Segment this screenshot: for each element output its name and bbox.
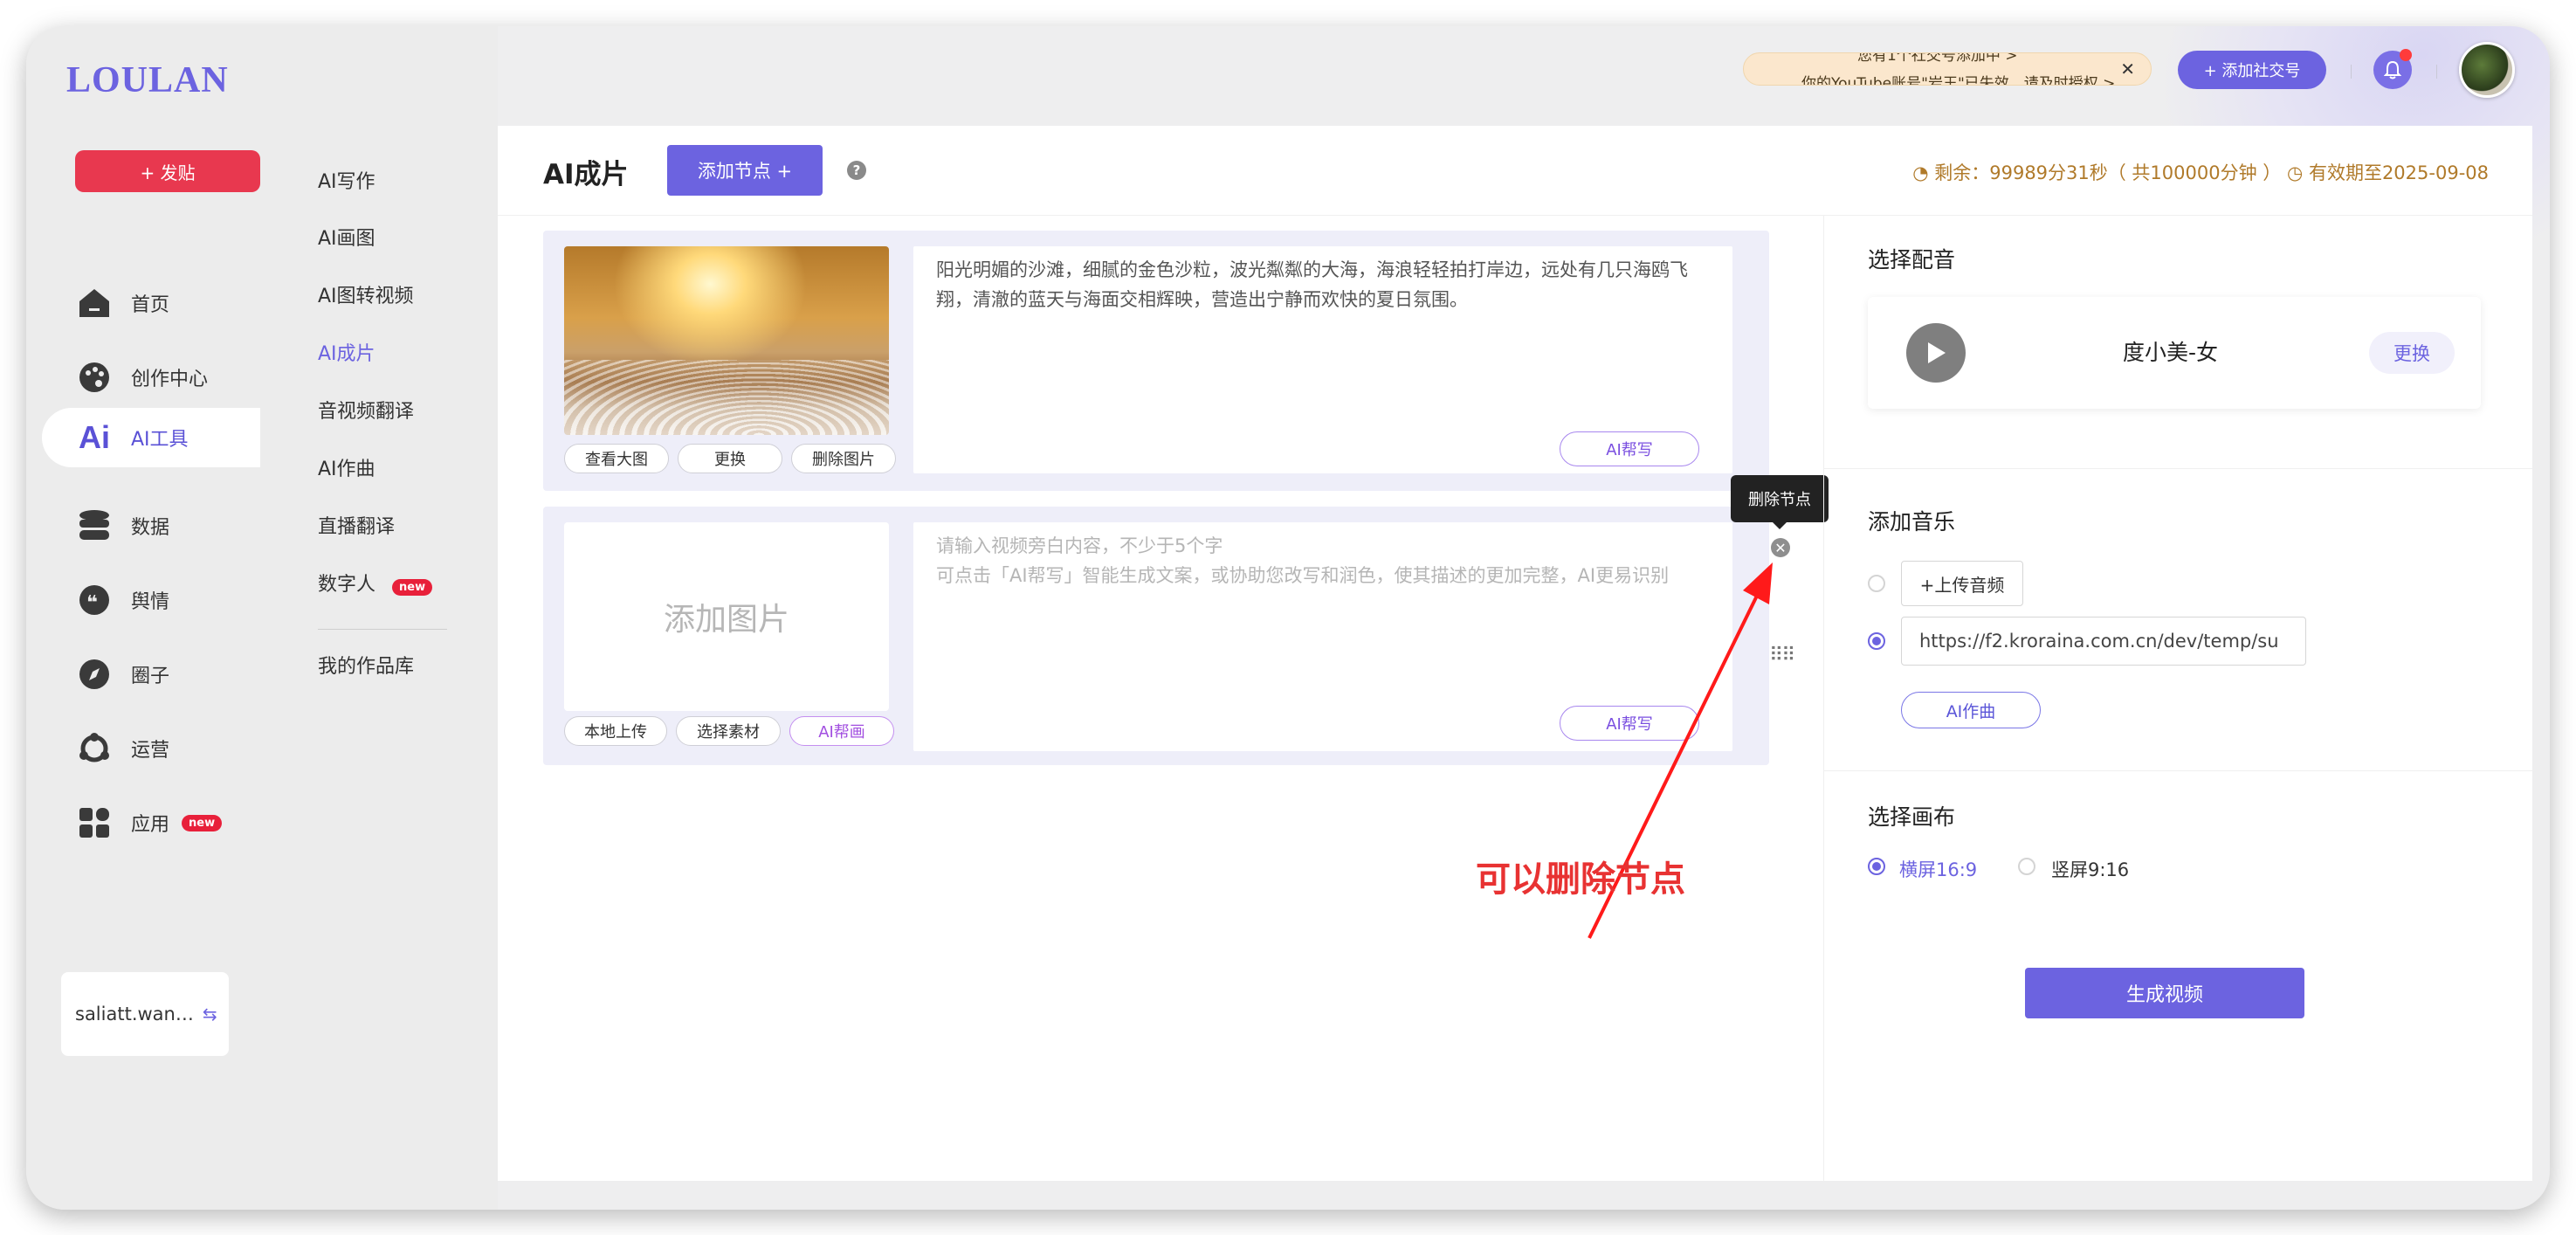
page-title: AI成片	[543, 159, 629, 190]
node-image-slot[interactable]: 添加图片	[564, 522, 889, 711]
subnav-label: 数字人	[318, 574, 376, 596]
canvas-portrait-radio[interactable]	[2018, 858, 2035, 875]
sidebar-item-label: 圈子	[131, 666, 170, 687]
subnav-divider	[318, 629, 447, 630]
ai-write-button[interactable]: AI帮写	[1560, 431, 1699, 466]
post-button[interactable]: + 发贴	[75, 150, 260, 192]
annotation-text: 可以删除节点	[1476, 859, 1685, 900]
node-image[interactable]	[564, 246, 889, 435]
sidebar-item-sentiment[interactable]: ❝ 舆情	[42, 570, 260, 630]
home-icon	[77, 286, 112, 321]
svg-text:❝: ❝	[86, 592, 98, 614]
primary-sidebar: LOULAN + 发贴 首页 创作中心 Ai AI工具 数据 ❝ 舆情 圈子 运…	[26, 26, 260, 1210]
delete-node-tooltip: 删除节点	[1731, 475, 1829, 529]
sidebar-item-data[interactable]: 数据	[42, 496, 260, 555]
subnav-digital-human[interactable]: 数字人 new	[318, 569, 433, 597]
add-image-placeholder[interactable]: 添加图片	[564, 522, 889, 711]
sidebar-item-ai-tools[interactable]: Ai AI工具	[42, 408, 260, 467]
add-node-button[interactable]: 添加节点 +	[667, 145, 823, 196]
add-social-account-button[interactable]: + 添加社交号	[2178, 51, 2326, 89]
sidebar-item-label: 创作中心	[131, 369, 209, 390]
notice-line-1[interactable]: 您有1个社交号添加中 >	[1857, 53, 2017, 65]
sidebar-item-home[interactable]: 首页	[42, 273, 260, 333]
sidebar-item-label: AI工具	[131, 429, 189, 451]
sidebar-item-circles[interactable]: 圈子	[42, 645, 260, 704]
account-name: saliatt.wan…	[75, 1004, 194, 1025]
ai-compose-button[interactable]: AI作曲	[1901, 692, 2041, 728]
change-voice-button[interactable]: 更换	[2369, 332, 2455, 374]
ai-icon: Ai	[79, 419, 110, 455]
avatar[interactable]	[2459, 42, 2515, 98]
canvas-portrait-label[interactable]: 竖屏9:16	[2051, 856, 2129, 882]
sidebar-item-operations[interactable]: 运营	[42, 719, 260, 778]
section-divider	[1824, 770, 2532, 771]
notice-banner[interactable]: 您有1个社交号添加中 > 你的YouTube账号"岩王"已失效，请及时授权 > …	[1743, 52, 2152, 86]
brand-logo: LOULAN	[66, 60, 229, 100]
new-badge: new	[392, 579, 433, 596]
music-upload-radio[interactable]	[1868, 575, 1885, 592]
story-node: 查看大图 更换 删除图片 阳光明媚的沙滩，细腻的金色沙粒，波光粼粼的大海，海浪轻…	[543, 231, 1769, 491]
sidebar-item-apps[interactable]: 应用 new	[42, 793, 260, 852]
sidebar-item-label: 首页	[131, 294, 170, 316]
settings-panel: 选择配音 度小美-女 更换 添加音乐 +上传音频 AI作曲 选择画布 横屏16:…	[1823, 215, 2532, 1181]
separator	[2351, 65, 2352, 79]
app-window: LOULAN + 发贴 首页 创作中心 Ai AI工具 数据 ❝ 舆情 圈子 运…	[26, 26, 2550, 1210]
sidebar-item-label: 应用	[131, 814, 170, 836]
notification-dot	[2400, 49, 2412, 61]
subnav-av-translate[interactable]: 音视频翻译	[318, 396, 414, 424]
canvas-landscape-label[interactable]: 横屏16:9	[1899, 856, 1977, 882]
database-icon	[77, 508, 112, 543]
subnav-my-library[interactable]: 我的作品库	[318, 651, 414, 679]
voice-name: 度小美-女	[2123, 340, 2219, 365]
close-icon[interactable]: ✕	[2120, 59, 2135, 79]
view-large-button[interactable]: 查看大图	[564, 444, 669, 473]
subnav-ai-compose[interactable]: AI作曲	[318, 453, 375, 481]
upload-audio-button[interactable]: +上传音频	[1901, 561, 2023, 606]
subnav-ai-drawing[interactable]: AI画图	[318, 223, 375, 251]
music-url-radio[interactable]	[1868, 632, 1885, 650]
ai-draw-button[interactable]: AI帮画	[789, 716, 894, 746]
select-material-button[interactable]: 选择素材	[676, 716, 781, 746]
subnav-live-translate[interactable]: 直播翻译	[318, 511, 395, 539]
music-section-title: 添加音乐	[1868, 509, 1956, 535]
quote-icon: ❝	[77, 583, 112, 618]
ai-tools-subnav: AI写作 AI画图 AI图转视频 AI成片 音视频翻译 AI作曲 直播翻译 数字…	[260, 26, 498, 1210]
voice-section-title: 选择配音	[1868, 247, 1956, 273]
sidebar-item-label: 运营	[131, 740, 170, 762]
canvas-section-title: 选择画布	[1868, 804, 1956, 830]
subnav-ai-writing[interactable]: AI写作	[318, 166, 375, 194]
beach-image	[564, 246, 889, 435]
separator	[2436, 65, 2437, 79]
subnav-ai-image-to-video[interactable]: AI图转视频	[318, 280, 414, 308]
main-content: AI成片 添加节点 + ? ◔ 剩余：99989分31秒（ 共100000分钟 …	[498, 126, 2532, 1181]
local-upload-button[interactable]: 本地上传	[564, 716, 667, 746]
section-divider	[1824, 468, 2532, 469]
generate-video-button[interactable]: 生成视频	[2025, 968, 2304, 1018]
new-badge: new	[182, 814, 223, 831]
swap-icon: ⇆	[202, 1004, 217, 1025]
apps-icon	[77, 805, 112, 840]
delete-image-button[interactable]: 删除图片	[791, 444, 896, 473]
account-switcher[interactable]: saliatt.wan… ⇆	[61, 972, 229, 1056]
voice-card: 度小美-女 更换	[1868, 297, 2481, 409]
replace-image-button[interactable]: 更换	[678, 444, 782, 473]
compass-icon	[77, 657, 112, 692]
music-url-input[interactable]	[1901, 617, 2306, 666]
canvas-landscape-radio[interactable]	[1868, 858, 1885, 875]
quota-info: ◔ 剩余：99989分31秒（ 共100000分钟 ） ◷ 有效期至2025-0…	[1912, 162, 2489, 183]
operations-icon	[77, 731, 112, 766]
subnav-ai-film[interactable]: AI成片	[318, 338, 375, 366]
help-icon[interactable]: ?	[847, 161, 866, 180]
palette-icon	[77, 360, 112, 395]
notice-line-2[interactable]: 你的YouTube账号"岩王"已失效，请及时授权 >	[1801, 71, 2115, 85]
play-icon[interactable]	[1906, 323, 1966, 383]
sidebar-item-label: 数据	[131, 517, 170, 539]
sidebar-item-creation-center[interactable]: 创作中心	[42, 348, 260, 407]
sidebar-item-label: 舆情	[131, 591, 170, 613]
